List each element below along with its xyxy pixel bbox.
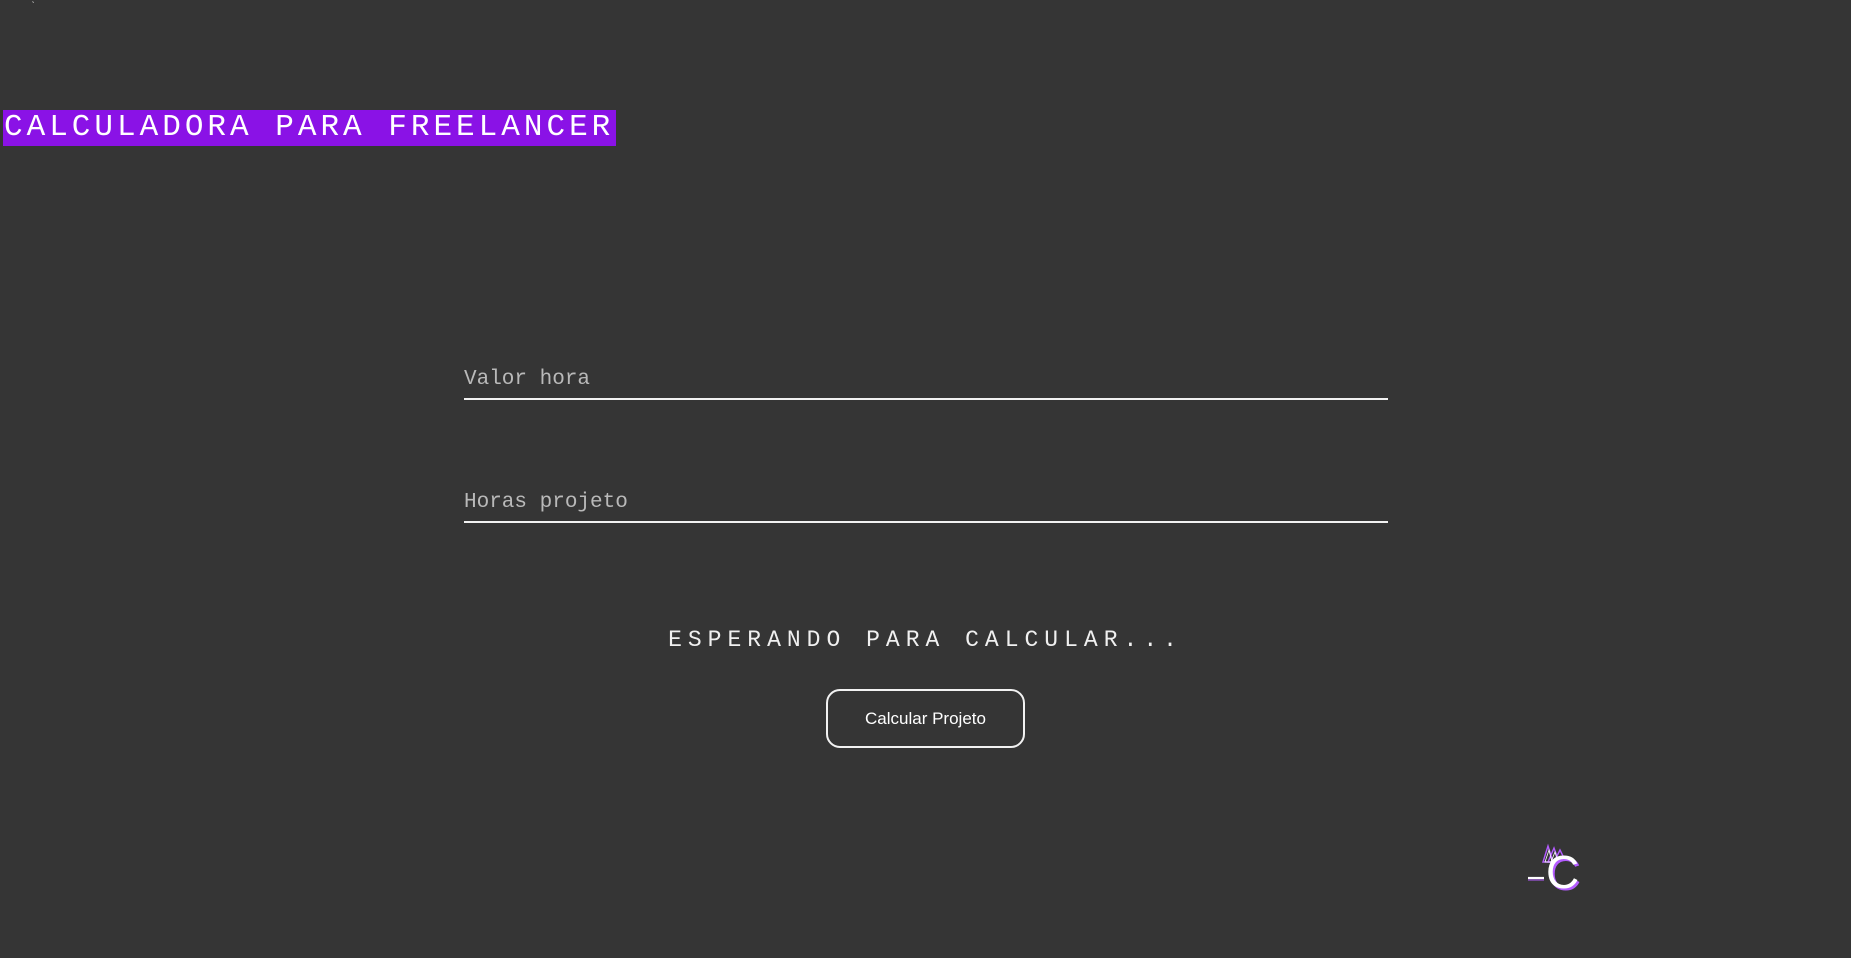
result-status-text: ESPERANDO PARA CALCULAR...: [668, 627, 1183, 653]
horas-projeto-input[interactable]: [464, 473, 1388, 521]
svg-text:C: C: [1546, 846, 1579, 894]
corner-mark: ˎ: [30, 0, 36, 5]
page-title-highlight: CALCULADORA PARA FREELANCER: [3, 110, 617, 146]
valor-hora-field: [464, 350, 1388, 400]
page-title: CALCULADORA PARA FREELANCER: [4, 110, 615, 145]
valor-hora-input[interactable]: [464, 350, 1388, 398]
calcular-projeto-button[interactable]: Calcular Projeto: [826, 689, 1025, 748]
crown-c-logo-icon: C C: [1526, 836, 1588, 900]
horas-projeto-field: [464, 473, 1388, 523]
